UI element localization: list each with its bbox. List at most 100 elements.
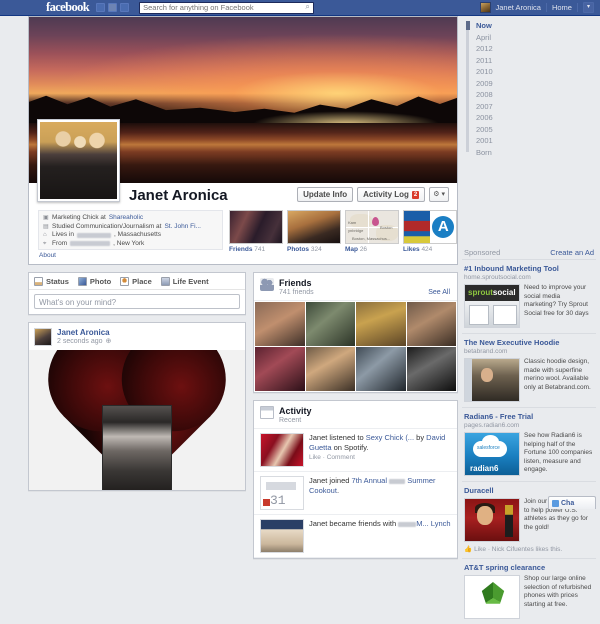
about-link[interactable]: About (39, 252, 223, 259)
tab-photo[interactable]: Photo (78, 277, 111, 286)
timeline-year-2011[interactable]: 2011 (466, 55, 596, 67)
ad-title[interactable]: #1 Inbound Marketing Tool (464, 264, 594, 273)
like-tile-blogworld (404, 211, 430, 243)
list-item[interactable] (306, 347, 356, 391)
divider (577, 3, 578, 12)
ad-url: home.sproutsocial.com (464, 274, 594, 281)
ad-sproutsocial[interactable]: #1 Inbound Marketing Tool home.sproutsoc… (462, 260, 596, 334)
composer-tabs: Status Photo Place Life Event (29, 273, 245, 290)
account-menu-caret-icon[interactable]: ▾ (583, 2, 594, 13)
tab-status[interactable]: Status (34, 277, 69, 286)
list-item[interactable] (407, 347, 457, 391)
list-item[interactable]: Janet became friends with M... Lynch (254, 515, 457, 558)
friend-requests-icon[interactable] (96, 3, 105, 12)
list-item[interactable]: Janet listened to Sexy Chick (... by Dav… (254, 429, 457, 472)
ad-title[interactable]: AT&T spring clearance (464, 563, 594, 572)
tab-life-event[interactable]: Life Event (161, 277, 209, 286)
list-item[interactable] (255, 302, 305, 346)
activity-meta-0[interactable]: Like · Comment (309, 454, 451, 461)
sidebar-item-photos[interactable]: Photos 324 (287, 210, 341, 253)
activity-log-button[interactable]: Activity Log 2 (357, 187, 425, 202)
messages-icon[interactable] (108, 3, 117, 12)
likes-thumb (403, 210, 457, 244)
topbar-username-link[interactable]: Janet Aronica (496, 3, 541, 12)
post-author-link[interactable]: Janet Aronica (57, 328, 111, 337)
ad-duracell[interactable]: Duracell Join our Virtual Stadium to hel… (462, 482, 596, 559)
search-icon[interactable]: ⌕ (303, 2, 312, 12)
avatar[interactable] (34, 328, 52, 346)
activity-prefix-0: Janet listened to (309, 433, 366, 442)
timeline-year-2005[interactable]: 2005 (466, 124, 596, 136)
timeline-year-2012[interactable]: 2012 (466, 43, 596, 55)
notifications-icon[interactable] (120, 3, 129, 12)
activity-box: Activity Recent Janet listened to Sexy C… (253, 400, 458, 559)
ad-title[interactable]: Duracell (464, 486, 594, 495)
post-photo[interactable] (29, 350, 245, 490)
timeline-year-april[interactable]: April (466, 32, 596, 44)
timeline-year-2007[interactable]: 2007 (466, 101, 596, 113)
avatar[interactable] (480, 2, 491, 13)
timeline-year-born[interactable]: Born (466, 147, 596, 159)
ad-title[interactable]: The New Executive Hoodie (464, 338, 594, 347)
activity-link1-0[interactable]: Sexy Chick (... (366, 433, 414, 442)
list-item[interactable] (255, 347, 305, 391)
info-hometown-state: , New York (113, 240, 144, 249)
activity-icon (260, 406, 274, 419)
timeline-year-2006[interactable]: 2006 (466, 112, 596, 124)
search-input[interactable] (139, 2, 314, 14)
update-info-button[interactable]: Update Info (297, 187, 353, 202)
timeline-year-2009[interactable]: 2009 (466, 78, 596, 90)
thumbs-up-icon[interactable]: 👍 (464, 545, 472, 553)
timeline-year-2008[interactable]: 2008 (466, 89, 596, 101)
att-recycle-ad-image[interactable] (464, 575, 520, 619)
info-line-education: ▤ Studied Communication/Journalism at St… (43, 223, 218, 232)
ad-betabrand[interactable]: The New Executive Hoodie betabrand.com C… (462, 334, 596, 408)
tab-status-label: Status (46, 277, 69, 286)
profile-info-strip: ▣ Marketing Chick at Shareaholic ▤ Studi… (28, 207, 458, 265)
tab-photo-label: Photo (90, 277, 111, 286)
status-input[interactable]: What's on your mind? (34, 294, 240, 309)
activity-link2-2[interactable]: M... Lynch (416, 519, 450, 528)
activity-box-title: Activity (279, 406, 312, 416)
ad-title[interactable]: Radian6 - Free Trial (464, 412, 594, 421)
gear-icon[interactable]: ⚙ ▾ (429, 187, 449, 202)
radian6-ad-image[interactable]: salesforceradian6 (464, 432, 520, 476)
activity-link1-1[interactable]: 7th Annual (352, 476, 387, 485)
info-work-link[interactable]: Shareaholic (109, 214, 143, 223)
home-link[interactable]: Home (552, 3, 572, 12)
nav-map-count: 26 (360, 246, 367, 253)
info-education-link[interactable]: St. John Fi... (164, 223, 201, 232)
ad-radian6[interactable]: Radian6 - Free Trial pages.radian6.com s… (462, 408, 596, 482)
profile-picture[interactable] (37, 119, 120, 202)
facebook-logo[interactable]: facebook (46, 0, 89, 15)
profile-action-buttons: Update Info Activity Log 2 ⚙ ▾ (297, 187, 449, 202)
ad-att[interactable]: AT&T spring clearance Shop our large onl… (462, 559, 596, 624)
list-item[interactable] (306, 302, 356, 346)
timeline-year-now[interactable]: Now (466, 20, 596, 32)
timeline-year-2010[interactable]: 2010 (466, 66, 596, 78)
tab-place[interactable]: Place (120, 277, 152, 286)
sidebar-item-friends[interactable]: Friends 741 (229, 210, 283, 253)
betabrand-ad-image[interactable] (464, 358, 520, 402)
list-item[interactable] (356, 347, 406, 391)
duracell-ad-image[interactable] (464, 498, 520, 542)
info-work-text: Marketing Chick at (52, 214, 106, 223)
sidebar-item-map[interactable]: Kam ynbridge Boston Boston, Massachus...… (345, 210, 399, 253)
list-item[interactable] (407, 302, 457, 346)
graduation-icon: ▤ (43, 223, 49, 232)
friends-see-all-link[interactable]: See All (428, 289, 450, 296)
timeline-year-2001[interactable]: 2001 (466, 135, 596, 147)
ad-body: salesforceradian6 See how Radian6 is hel… (464, 432, 594, 476)
list-item[interactable] (356, 302, 406, 346)
main-column: Janet Aronica Update Info Activity Log 2… (28, 16, 458, 559)
create-ad-link[interactable]: Create an Ad (550, 248, 594, 257)
timeline-content: Status Photo Place Life Event (28, 272, 458, 559)
sproutsocial-ad-image[interactable]: sproutsocial (464, 284, 520, 328)
home-icon: ⌂ (43, 231, 49, 240)
global-navigation-bar: facebook ⌕ Janet Aronica Home ▾ (0, 0, 600, 16)
chat-bar[interactable]: Cha (548, 496, 596, 509)
activity-box-subtitle: Recent (279, 417, 312, 424)
sidebar-item-likes[interactable]: Likes 424 (403, 210, 457, 253)
divider (546, 3, 547, 12)
ad-text: Classic hoodie design, made with superfi… (524, 358, 594, 402)
